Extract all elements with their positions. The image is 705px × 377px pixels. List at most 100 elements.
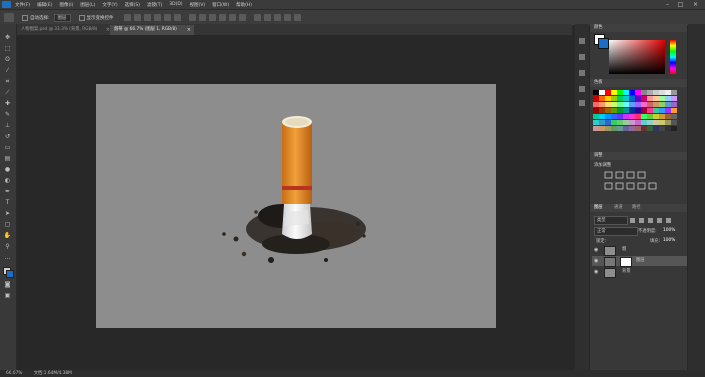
blend-mode-dropdown[interactable]: 正常 [594,227,638,236]
maximize-icon[interactable]: □ [677,1,684,8]
move-tool-icon[interactable]: ✥ [3,34,12,41]
brush-panel-icon[interactable] [579,100,585,106]
align-hcenter-icon[interactable] [163,14,171,21]
3d-drag-icon[interactable] [283,14,291,21]
pen-tool-icon[interactable]: ✒ [3,188,12,195]
tab-paths[interactable]: 路径 [632,205,641,210]
quick-mask-icon[interactable]: ◙ [3,281,12,288]
screen-mode-icon[interactable]: ▣ [3,292,12,299]
align-left-icon[interactable] [153,14,161,21]
document-tab-1[interactable]: 人物图案.psd @ 33.3% (背景, RGB/8) × [17,25,113,35]
auto-select-dropdown[interactable]: 图层 [53,13,71,22]
swatches-grid[interactable] [593,90,679,140]
adjustment-icons[interactable] [604,171,664,193]
minimize-icon[interactable]: – [664,1,671,8]
brush-tool-icon[interactable]: ✎ [3,111,12,118]
align-vcenter-icon[interactable] [133,14,141,21]
menu-3d[interactable]: 3D(D) [169,2,182,7]
menu-select[interactable]: 选择(S) [125,2,140,8]
menu-layer[interactable]: 图层(L) [80,2,95,8]
type-tool-icon[interactable]: T [3,199,12,206]
align-top-icon[interactable] [123,14,131,21]
layer-row-layer[interactable]: ◉ 图层 [592,256,687,267]
path-selection-tool-icon[interactable]: ➤ [3,210,12,217]
3d-slide-icon[interactable] [293,14,301,21]
3d-roll-icon[interactable] [273,14,281,21]
visibility-eye-icon[interactable]: ◉ [594,267,598,277]
visibility-eye-icon[interactable]: ◉ [594,256,598,266]
background-color-chip[interactable] [598,38,609,49]
close-icon[interactable]: × [692,1,699,8]
distribute-hcenter-icon[interactable] [228,14,236,21]
zoom-level[interactable]: 66.67% [6,371,22,376]
crop-tool-icon[interactable]: ⌗ [3,78,12,85]
color-panel-title: 颜色 [594,25,603,30]
layer-row-background[interactable]: ◉ 背景 [592,267,687,278]
dodge-tool-icon[interactable]: ◐ [3,177,12,184]
hue-slider[interactable] [670,40,676,74]
distribute-vcenter-icon[interactable] [198,14,206,21]
layer-thumbnail [604,257,616,267]
opacity-value[interactable]: 100% [663,228,675,233]
hand-tool-icon[interactable]: ✋ [3,232,12,239]
panel-dock [590,24,687,370]
clone-stamp-tool-icon[interactable]: ⊥ [3,122,12,129]
layer-thumbnail [604,268,616,278]
menu-view[interactable]: 视图(V) [190,2,206,8]
document-tab-bar: 人物图案.psd @ 33.3% (背景, RGB/8) × 烟蒂 @ 66.7… [17,24,572,35]
eyedropper-tool-icon[interactable]: ⟋ [3,89,12,96]
document-tab-2[interactable]: 烟蒂 @ 66.7% (图层 1, RGB/8) × [110,25,194,35]
more-tools-icon[interactable]: … [3,254,12,261]
menu-window[interactable]: 窗口(W) [212,2,229,8]
color-picker-field[interactable] [609,40,665,74]
3d-rotate-icon[interactable] [263,14,271,21]
close-tab-2-icon[interactable]: × [187,25,191,35]
align-bottom-icon[interactable] [143,14,151,21]
swatches-panel-header[interactable]: 色板 [590,79,687,87]
history-brush-tool-icon[interactable]: ↺ [3,133,12,140]
tab-layers[interactable]: 图层 [594,205,603,210]
menu-edit[interactable]: 编辑(E) [37,2,52,8]
swatches-panel-title: 色板 [594,80,603,85]
3d-mode-icon[interactable] [253,14,261,21]
rectangle-tool-icon[interactable]: ▢ [3,221,12,228]
distribute-top-icon[interactable] [188,14,196,21]
menu-image[interactable]: 图像(I) [59,2,73,8]
fill-value[interactable]: 100% [663,238,675,243]
blur-tool-icon[interactable]: ● [3,166,12,173]
image-canvas[interactable] [96,84,496,328]
layer-filter-icons[interactable] [630,218,680,223]
align-right-icon[interactable] [173,14,181,21]
adjustments-panel-header[interactable]: 调整 [590,152,687,160]
visibility-eye-icon[interactable]: ◉ [594,245,598,255]
menu-file[interactable]: 文件(F) [15,2,30,8]
tab-channels[interactable]: 通道 [614,205,623,210]
gradient-tool-icon[interactable]: ▤ [3,155,12,162]
distribute-left-icon[interactable] [218,14,226,21]
properties-panel-icon[interactable] [579,54,585,60]
eraser-tool-icon[interactable]: ▭ [3,144,12,151]
healing-brush-tool-icon[interactable]: ✚ [3,100,12,107]
character-panel-icon[interactable] [579,70,585,76]
background-color-swatch[interactable] [6,270,14,278]
history-panel-icon[interactable] [579,38,585,44]
auto-select-checkbox[interactable] [22,14,28,21]
color-panel-header[interactable]: 颜色 [590,24,687,32]
menu-filter[interactable]: 滤镜(T) [147,2,162,8]
menu-help[interactable]: 帮助(H) [236,2,252,8]
move-tool-preset-icon[interactable] [4,13,14,22]
paragraph-panel-icon[interactable] [579,86,585,92]
distribute-bottom-icon[interactable] [208,14,216,21]
layer-row-smoke[interactable]: ◉ 烟 [592,245,687,256]
adjustments-panel-title: 调整 [594,153,603,158]
distribute-right-icon[interactable] [238,14,246,21]
layer-filter-kind[interactable]: 类型 [594,216,628,225]
layer-mask-thumbnail[interactable] [620,257,632,267]
menu-type[interactable]: 文字(Y) [102,2,117,8]
zoom-tool-icon[interactable]: ⚲ [3,243,12,250]
quick-select-tool-icon[interactable]: ⁄ [3,67,12,74]
show-transform-checkbox[interactable] [78,14,85,21]
lasso-tool-icon[interactable]: ʘ [3,56,12,63]
photoshop-logo-icon[interactable] [2,1,11,8]
marquee-tool-icon[interactable]: ⬚ [3,45,12,52]
